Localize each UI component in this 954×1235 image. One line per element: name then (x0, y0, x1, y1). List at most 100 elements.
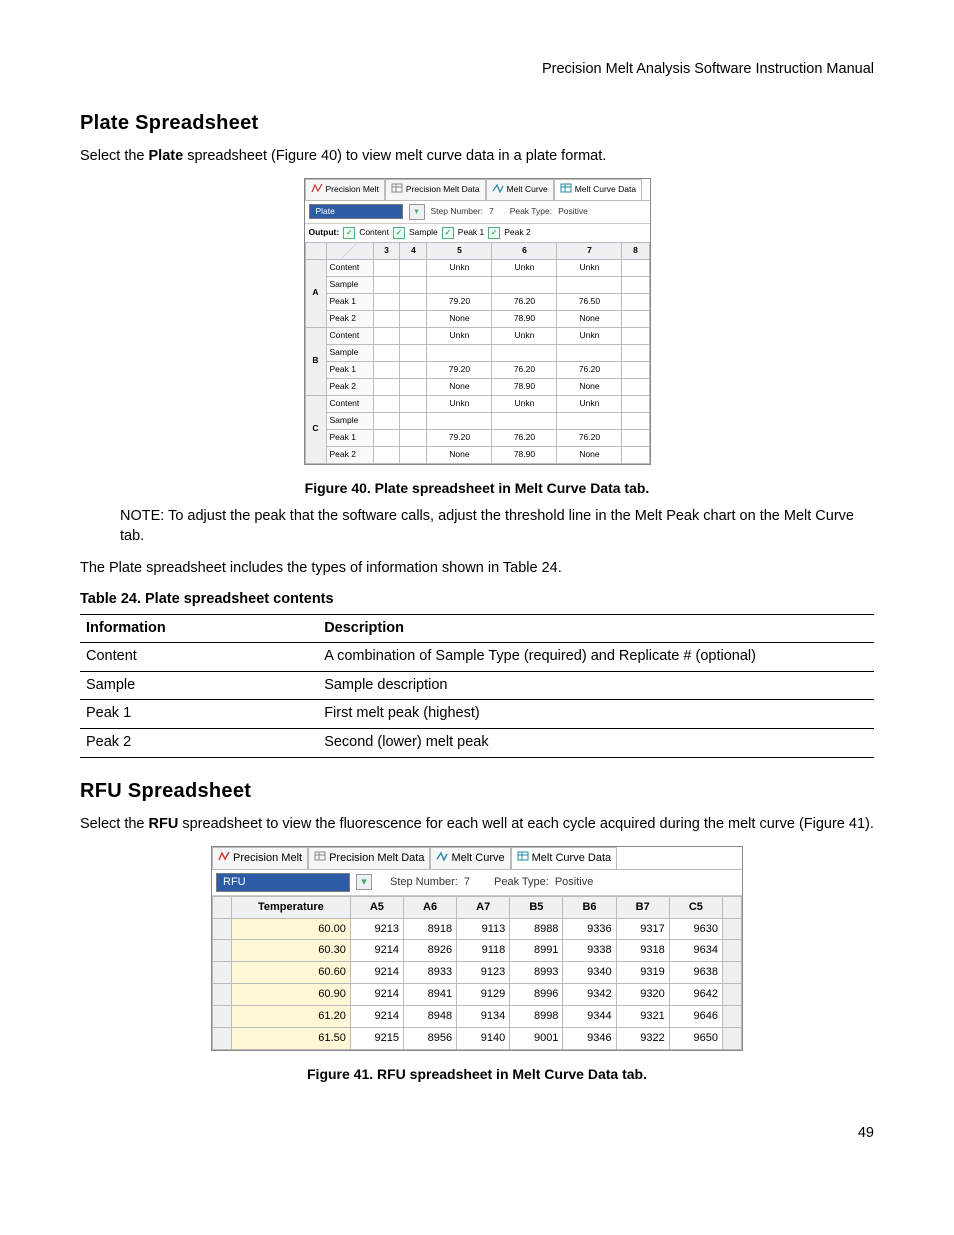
cell[interactable] (373, 361, 400, 378)
cell[interactable]: 8926 (403, 940, 456, 962)
cell[interactable]: 9213 (350, 918, 403, 940)
cell[interactable]: 9001 (510, 1027, 563, 1049)
cell[interactable] (622, 276, 649, 293)
cell[interactable] (622, 293, 649, 310)
cell[interactable]: 9336 (563, 918, 616, 940)
cell[interactable]: None (427, 446, 492, 463)
cell[interactable] (400, 429, 427, 446)
cell[interactable]: None (427, 310, 492, 327)
cell[interactable]: 9215 (350, 1027, 403, 1049)
tab-melt-curve-data[interactable]: Melt Curve Data (511, 847, 617, 869)
cell[interactable]: Unkn (427, 259, 492, 276)
cell[interactable]: None (557, 378, 622, 395)
cell[interactable]: 79.20 (427, 293, 492, 310)
checkbox-content[interactable]: ✓ (343, 227, 355, 239)
cell[interactable]: 9650 (669, 1027, 722, 1049)
cell[interactable]: Unkn (427, 327, 492, 344)
cell[interactable]: 9214 (350, 940, 403, 962)
plate-grid[interactable]: 345678AContentUnknUnknUnknSamplePeak 179… (305, 242, 650, 464)
cell[interactable]: 9317 (616, 918, 669, 940)
chevron-down-icon[interactable]: ▾ (356, 874, 372, 890)
cell[interactable] (400, 344, 427, 361)
cell[interactable]: Unkn (492, 327, 557, 344)
cell[interactable] (557, 276, 622, 293)
cell[interactable]: 78.90 (492, 378, 557, 395)
cell[interactable]: 9638 (669, 962, 722, 984)
cell[interactable]: Unkn (492, 259, 557, 276)
cell[interactable] (492, 412, 557, 429)
cell[interactable] (557, 412, 622, 429)
cell[interactable] (622, 361, 649, 378)
cell[interactable]: None (557, 446, 622, 463)
cell[interactable]: None (557, 310, 622, 327)
cell[interactable]: 61.20 (232, 1006, 351, 1028)
cell[interactable]: 9319 (616, 962, 669, 984)
cell[interactable]: 9642 (669, 984, 722, 1006)
cell[interactable] (622, 378, 649, 395)
cell[interactable]: None (427, 378, 492, 395)
cell[interactable]: 61.50 (232, 1027, 351, 1049)
cell[interactable]: 9129 (457, 984, 510, 1006)
tab-precision-melt-data[interactable]: Precision Melt Data (308, 847, 430, 869)
cell[interactable]: 8998 (510, 1006, 563, 1028)
cell[interactable]: 9134 (457, 1006, 510, 1028)
cell[interactable] (373, 395, 400, 412)
cell[interactable]: 9338 (563, 940, 616, 962)
cell[interactable] (373, 378, 400, 395)
cell[interactable] (373, 412, 400, 429)
cell[interactable]: 9346 (563, 1027, 616, 1049)
cell[interactable]: 8948 (403, 1006, 456, 1028)
checkbox-sample[interactable]: ✓ (393, 227, 405, 239)
cell[interactable]: 79.20 (427, 429, 492, 446)
cell[interactable]: 9634 (669, 940, 722, 962)
cell[interactable] (400, 412, 427, 429)
cell[interactable] (373, 293, 400, 310)
cell[interactable] (622, 327, 649, 344)
cell[interactable]: 9123 (457, 962, 510, 984)
cell[interactable] (427, 412, 492, 429)
cell[interactable] (622, 412, 649, 429)
cell[interactable]: 9214 (350, 962, 403, 984)
cell[interactable] (373, 429, 400, 446)
cell[interactable] (373, 310, 400, 327)
cell[interactable]: 9320 (616, 984, 669, 1006)
cell[interactable]: 8993 (510, 962, 563, 984)
cell[interactable] (427, 276, 492, 293)
cell[interactable]: 79.20 (427, 361, 492, 378)
cell[interactable]: 76.50 (557, 293, 622, 310)
cell[interactable]: Unkn (557, 327, 622, 344)
cell[interactable]: 9646 (669, 1006, 722, 1028)
cell[interactable]: 9318 (616, 940, 669, 962)
cell[interactable]: 9214 (350, 1006, 403, 1028)
cell[interactable]: 60.90 (232, 984, 351, 1006)
cell[interactable]: 8918 (403, 918, 456, 940)
cell[interactable] (400, 378, 427, 395)
cell[interactable]: Unkn (557, 395, 622, 412)
cell[interactable] (400, 361, 427, 378)
cell[interactable]: 9322 (616, 1027, 669, 1049)
cell[interactable] (400, 276, 427, 293)
cell[interactable]: 8941 (403, 984, 456, 1006)
cell[interactable]: 8991 (510, 940, 563, 962)
cell[interactable]: 76.20 (557, 361, 622, 378)
cell[interactable] (492, 344, 557, 361)
cell[interactable]: 8988 (510, 918, 563, 940)
cell[interactable]: 8996 (510, 984, 563, 1006)
cell[interactable] (427, 344, 492, 361)
tab-precision-melt[interactable]: Precision Melt (305, 179, 385, 199)
tab-precision-melt-data[interactable]: Precision Melt Data (385, 179, 486, 199)
cell[interactable] (400, 327, 427, 344)
cell[interactable] (622, 446, 649, 463)
cell[interactable]: 8956 (403, 1027, 456, 1049)
cell[interactable] (400, 395, 427, 412)
rfu-grid[interactable]: TemperatureA5A6A7B5B6B7C560.009213891891… (212, 896, 742, 1050)
cell[interactable]: 8933 (403, 962, 456, 984)
checkbox-peak1[interactable]: ✓ (442, 227, 454, 239)
tab-melt-curve[interactable]: Melt Curve (430, 847, 510, 869)
cell[interactable] (622, 259, 649, 276)
cell[interactable] (373, 259, 400, 276)
chevron-down-icon[interactable]: ▾ (409, 204, 425, 220)
cell[interactable] (622, 429, 649, 446)
cell[interactable]: 9118 (457, 940, 510, 962)
cell[interactable]: 9140 (457, 1027, 510, 1049)
